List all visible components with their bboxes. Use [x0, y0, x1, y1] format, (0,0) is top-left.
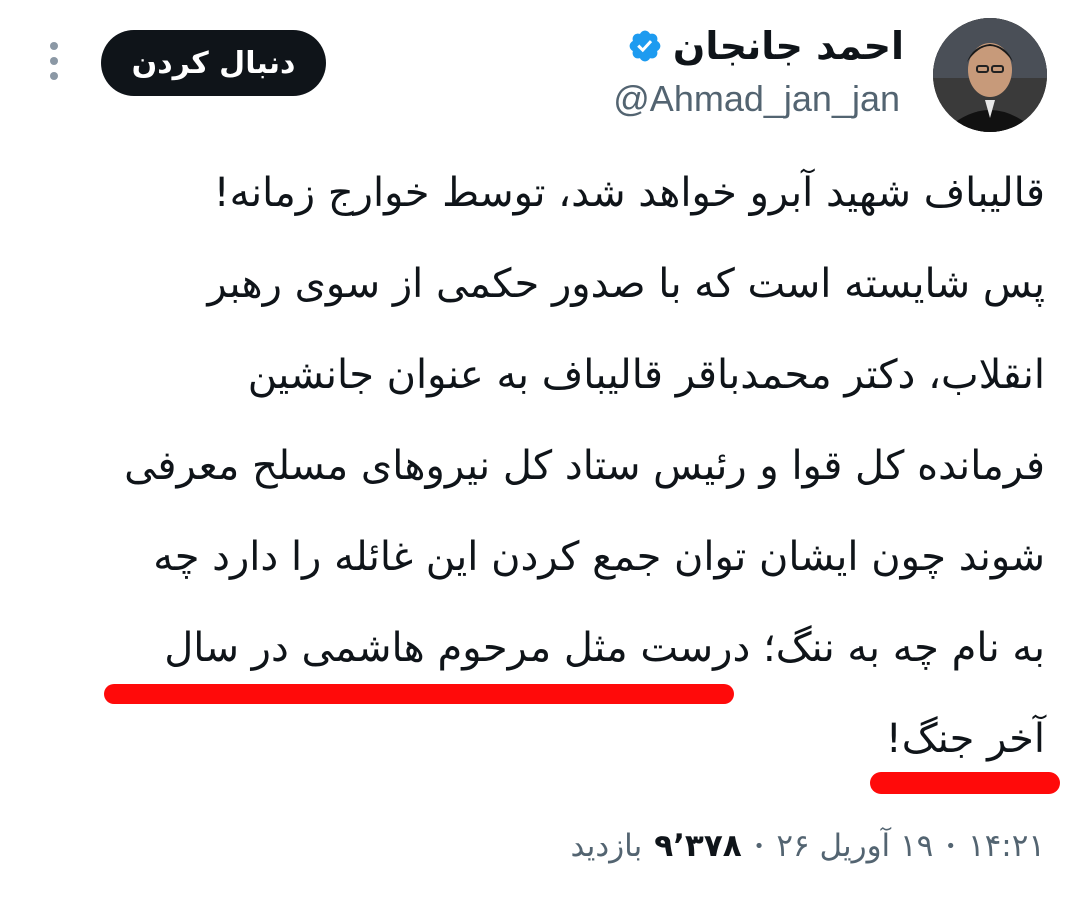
tweet-date[interactable]: ۱۹ آوریل ۲۶ — [776, 828, 933, 864]
tweet-line: پس شایسته است که با صدور حکمی از سوی رهب… — [207, 261, 1045, 307]
avatar-image — [933, 18, 1047, 132]
tweet-time[interactable]: ۱۴:۲۱ — [968, 828, 1045, 864]
follow-button[interactable]: دنبال کردن — [101, 30, 326, 96]
verified-badge-icon — [627, 28, 663, 64]
avatar[interactable] — [933, 18, 1047, 132]
author-display-name[interactable]: احمد جانجان — [673, 24, 904, 68]
author-name-row[interactable]: احمد جانجان — [627, 24, 904, 68]
tweet-line: شوند چون ایشان توان جمع کردن این غائله ر… — [153, 534, 1045, 580]
tweet-line: فرمانده کل قوا و رئیس ستاد کل نیروهای مس… — [124, 443, 1045, 489]
tweet-header: احمد جانجان @Ahmad_jan_jan دنبال کردن — [0, 0, 1080, 140]
views-count[interactable]: ۹٬۳۷۸ — [654, 828, 741, 864]
tweet-line: به نام چه به ننگ؛ درست مثل مرحوم هاشمی د… — [164, 625, 1045, 671]
red-underline-annotation — [104, 684, 734, 704]
tweet-line: انقلاب، دکتر محمدباقر قالیباف به عنوان ج… — [247, 352, 1045, 398]
author-handle[interactable]: @Ahmad_jan_jan — [613, 78, 900, 120]
tweet-line: قالیباف شهید آبرو خواهد شد، توسط خوارج ز… — [213, 170, 1045, 216]
tweet-meta: ۱۴:۲۱ • ۱۹ آوریل ۲۶ • ۹٬۳۷۸ بازدید — [570, 828, 1045, 864]
views-label: بازدید — [570, 828, 643, 864]
meta-separator: • — [753, 835, 765, 857]
meta-separator: • — [945, 835, 956, 857]
red-underline-annotation — [870, 772, 1060, 794]
more-vertical-icon[interactable] — [44, 42, 64, 82]
